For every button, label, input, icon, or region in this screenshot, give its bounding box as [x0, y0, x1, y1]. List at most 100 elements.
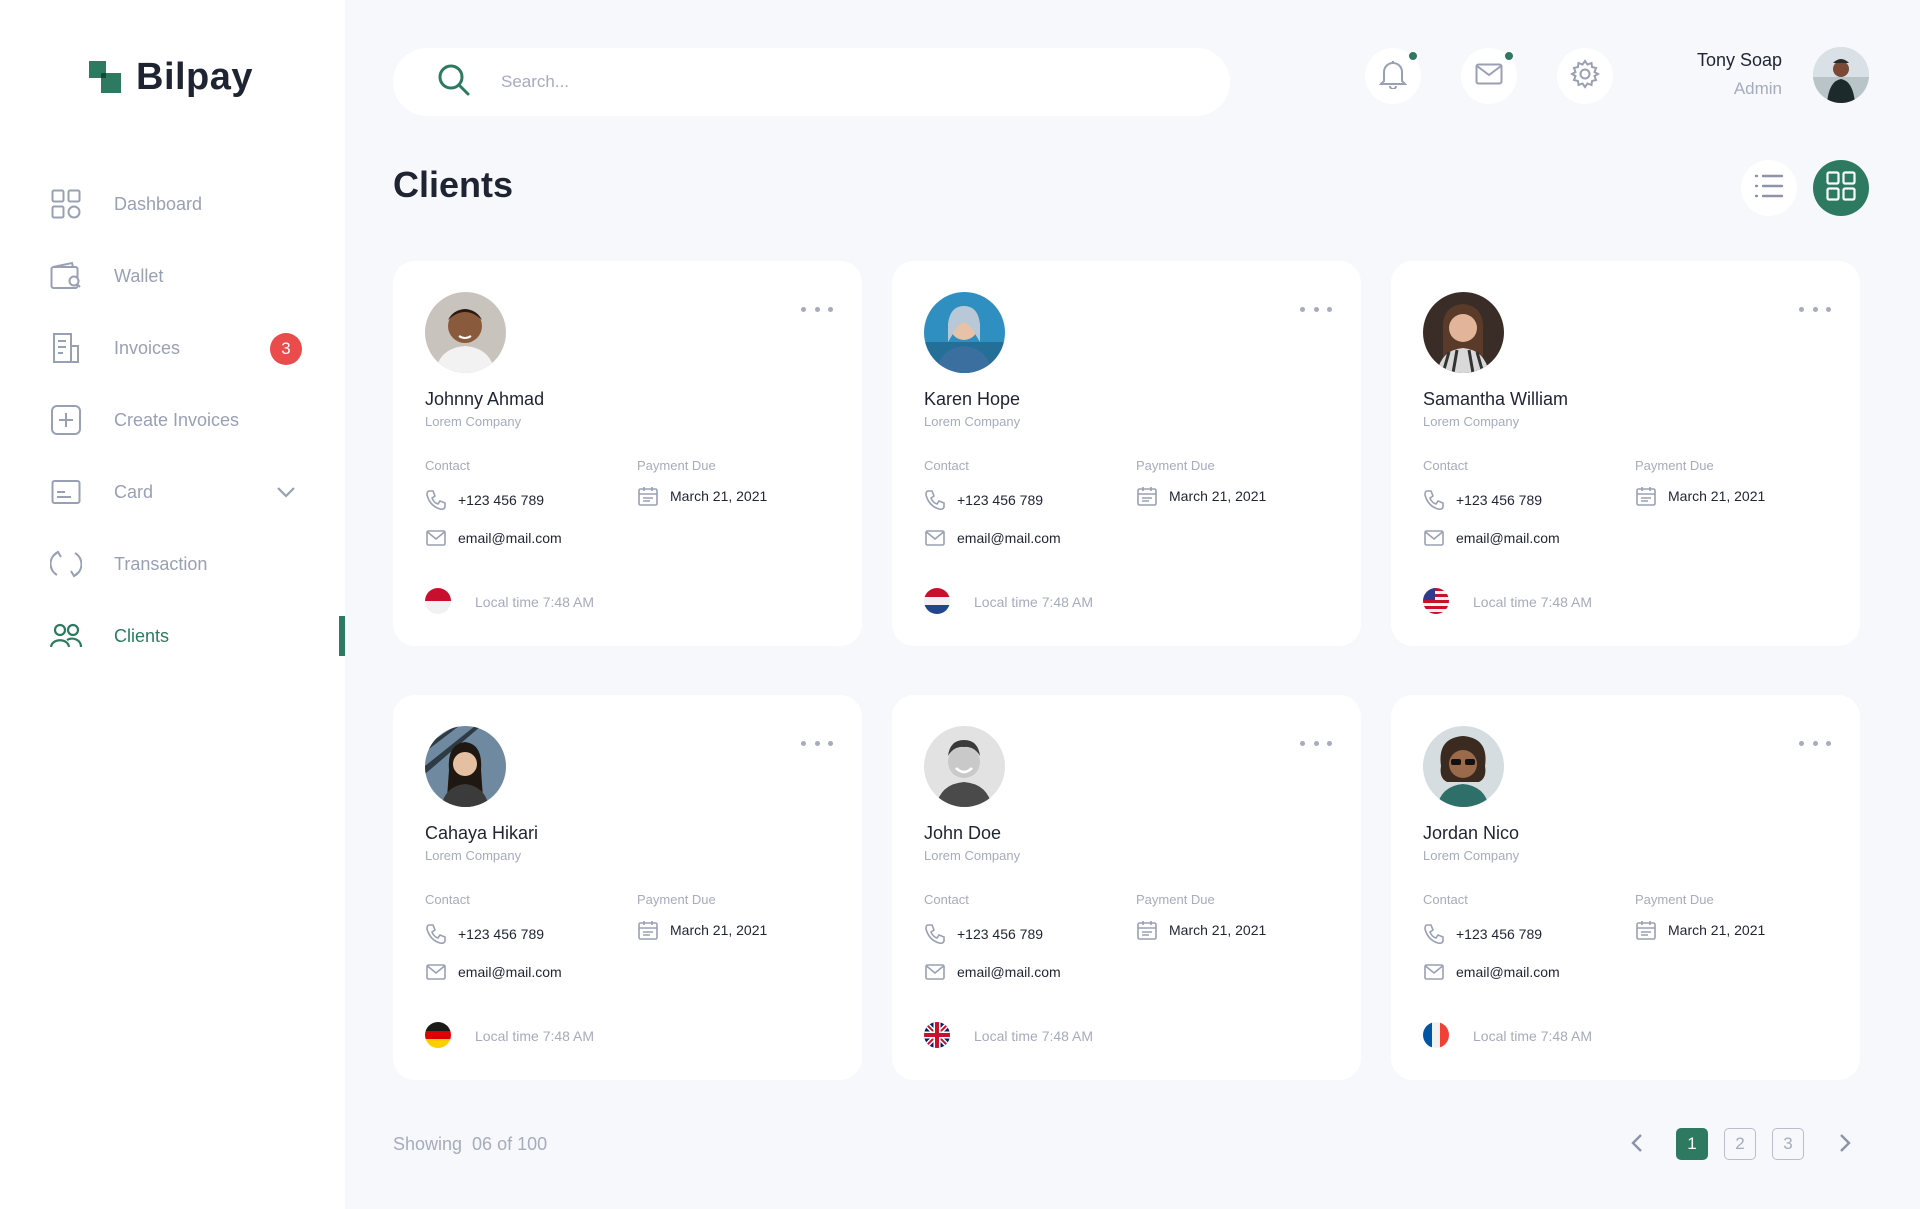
page-2-button[interactable]: 2: [1724, 1128, 1756, 1160]
calendar-icon: [1136, 919, 1158, 941]
client-name: Jordan Nico: [1423, 823, 1520, 843]
client-card[interactable]: John Doe Lorem Company Contact Payment D…: [892, 695, 1361, 1080]
more-options-button[interactable]: [1799, 735, 1831, 751]
phone-row[interactable]: +123 456 789: [1423, 489, 1542, 511]
search-bar[interactable]: [393, 48, 1230, 116]
search-input[interactable]: [501, 72, 1101, 92]
client-avatar: [425, 726, 506, 807]
client-avatar: [1423, 726, 1504, 807]
client-email: email@mail.com: [957, 530, 1061, 546]
more-options-button[interactable]: [1300, 301, 1332, 317]
more-options-button[interactable]: [1300, 735, 1332, 751]
sidebar: Bilpay Dashboard Wallet Invoices 3 Creat…: [0, 0, 345, 1209]
email-row[interactable]: email@mail.com: [924, 527, 1061, 549]
phone-icon: [1423, 489, 1445, 511]
client-card[interactable]: Samantha William Lorem Company Contact P…: [1391, 261, 1860, 646]
more-options-button[interactable]: [1799, 301, 1831, 317]
chevron-down-icon[interactable]: [274, 480, 298, 504]
sidebar-item-clients[interactable]: Clients: [0, 600, 345, 672]
phone-row[interactable]: +123 456 789: [924, 489, 1043, 511]
contact-label: Contact: [425, 892, 470, 907]
sidebar-item-dashboard[interactable]: Dashboard: [0, 168, 345, 240]
contact-label: Contact: [1423, 458, 1468, 473]
client-company: Lorem Company: [425, 848, 522, 863]
payment-due-label: Payment Due: [1635, 892, 1714, 907]
client-phone: +123 456 789: [1456, 492, 1543, 508]
client-name: Samantha William: [1423, 389, 1569, 409]
phone-icon: [425, 489, 447, 511]
contact-label: Contact: [425, 458, 470, 473]
usa-flag-icon: [1423, 588, 1449, 614]
sidebar-item-invoices[interactable]: Invoices 3: [0, 312, 345, 384]
mail-icon: [1423, 527, 1445, 549]
notifications-button[interactable]: [1365, 48, 1421, 104]
due-row: March 21, 2021: [1635, 919, 1765, 941]
mail-icon: [924, 961, 946, 983]
mail-icon: [1423, 961, 1445, 983]
client-company: Lorem Company: [1423, 414, 1520, 429]
search-icon[interactable]: [437, 63, 471, 102]
client-phone: +123 456 789: [458, 926, 545, 942]
settings-button[interactable]: [1557, 48, 1613, 104]
client-avatar: [924, 292, 1005, 373]
previous-page-button[interactable]: [1623, 1128, 1651, 1162]
local-time: Local time 7:48 AM: [1473, 1028, 1593, 1044]
indonesia-flag-icon: [425, 588, 451, 614]
due-row: March 21, 2021: [1635, 485, 1765, 507]
payment-due-date: March 21, 2021: [670, 922, 768, 938]
sidebar-item-label: Dashboard: [114, 193, 203, 214]
grid-icon: [50, 188, 82, 220]
client-card[interactable]: Johnny Ahmad Lorem Company Contact Payme…: [393, 261, 862, 646]
sidebar-item-create-invoices[interactable]: Create Invoices: [0, 384, 345, 456]
more-options-button[interactable]: [801, 301, 833, 317]
invoice-icon: [50, 332, 82, 364]
grid-view-button[interactable]: [1813, 160, 1869, 216]
phone-icon: [425, 923, 447, 945]
gear-icon: [1569, 58, 1601, 94]
page-1-button[interactable]: 1: [1676, 1128, 1708, 1160]
client-card[interactable]: Karen Hope Lorem Company Contact Payment…: [892, 261, 1361, 646]
client-avatar: [1423, 292, 1504, 373]
client-company: Lorem Company: [924, 414, 1021, 429]
list-view-button[interactable]: [1741, 160, 1797, 216]
mail-icon: [425, 527, 447, 549]
email-row[interactable]: email@mail.com: [425, 961, 562, 983]
grid-icon: [1826, 170, 1856, 206]
bell-icon: [1378, 59, 1408, 94]
phone-row[interactable]: +123 456 789: [1423, 923, 1542, 945]
client-company: Lorem Company: [425, 414, 522, 429]
messages-button[interactable]: [1461, 48, 1517, 104]
more-options-button[interactable]: [801, 735, 833, 751]
page-3-button[interactable]: 3: [1772, 1128, 1804, 1160]
user-role: Admin: [1733, 79, 1782, 98]
client-name: Cahaya Hikari: [425, 823, 539, 843]
payment-due-date: March 21, 2021: [1169, 488, 1267, 504]
payment-due-label: Payment Due: [637, 892, 716, 907]
email-row[interactable]: email@mail.com: [1423, 961, 1560, 983]
email-row[interactable]: email@mail.com: [425, 527, 562, 549]
phone-row[interactable]: +123 456 789: [924, 923, 1043, 945]
sidebar-item-label: Card: [114, 481, 154, 502]
calendar-icon: [1136, 485, 1158, 507]
client-card[interactable]: Cahaya Hikari Lorem Company Contact Paym…: [393, 695, 862, 1080]
client-phone: +123 456 789: [957, 492, 1044, 508]
phone-icon: [924, 489, 946, 511]
logo[interactable]: Bilpay: [89, 56, 253, 99]
email-row[interactable]: email@mail.com: [924, 961, 1061, 983]
client-phone: +123 456 789: [957, 926, 1044, 942]
sidebar-item-wallet[interactable]: Wallet: [0, 240, 345, 312]
sidebar-item-transaction[interactable]: Transaction: [0, 528, 345, 600]
sidebar-item-card[interactable]: Card: [0, 456, 345, 528]
phone-icon: [1423, 923, 1445, 945]
phone-row[interactable]: +123 456 789: [425, 923, 544, 945]
local-time: Local time 7:48 AM: [974, 594, 1094, 610]
pagination-summary: Showing 06 of 100: [393, 1134, 548, 1154]
next-page-button[interactable]: [1831, 1128, 1859, 1162]
user-avatar[interactable]: [1813, 47, 1869, 103]
message-dot: [1503, 50, 1515, 62]
phone-row[interactable]: +123 456 789: [425, 489, 544, 511]
email-row[interactable]: email@mail.com: [1423, 527, 1560, 549]
local-time: Local time 7:48 AM: [974, 1028, 1094, 1044]
sidebar-item-label: Clients: [114, 625, 170, 646]
client-card[interactable]: Jordan Nico Lorem Company Contact Paymen…: [1391, 695, 1860, 1080]
